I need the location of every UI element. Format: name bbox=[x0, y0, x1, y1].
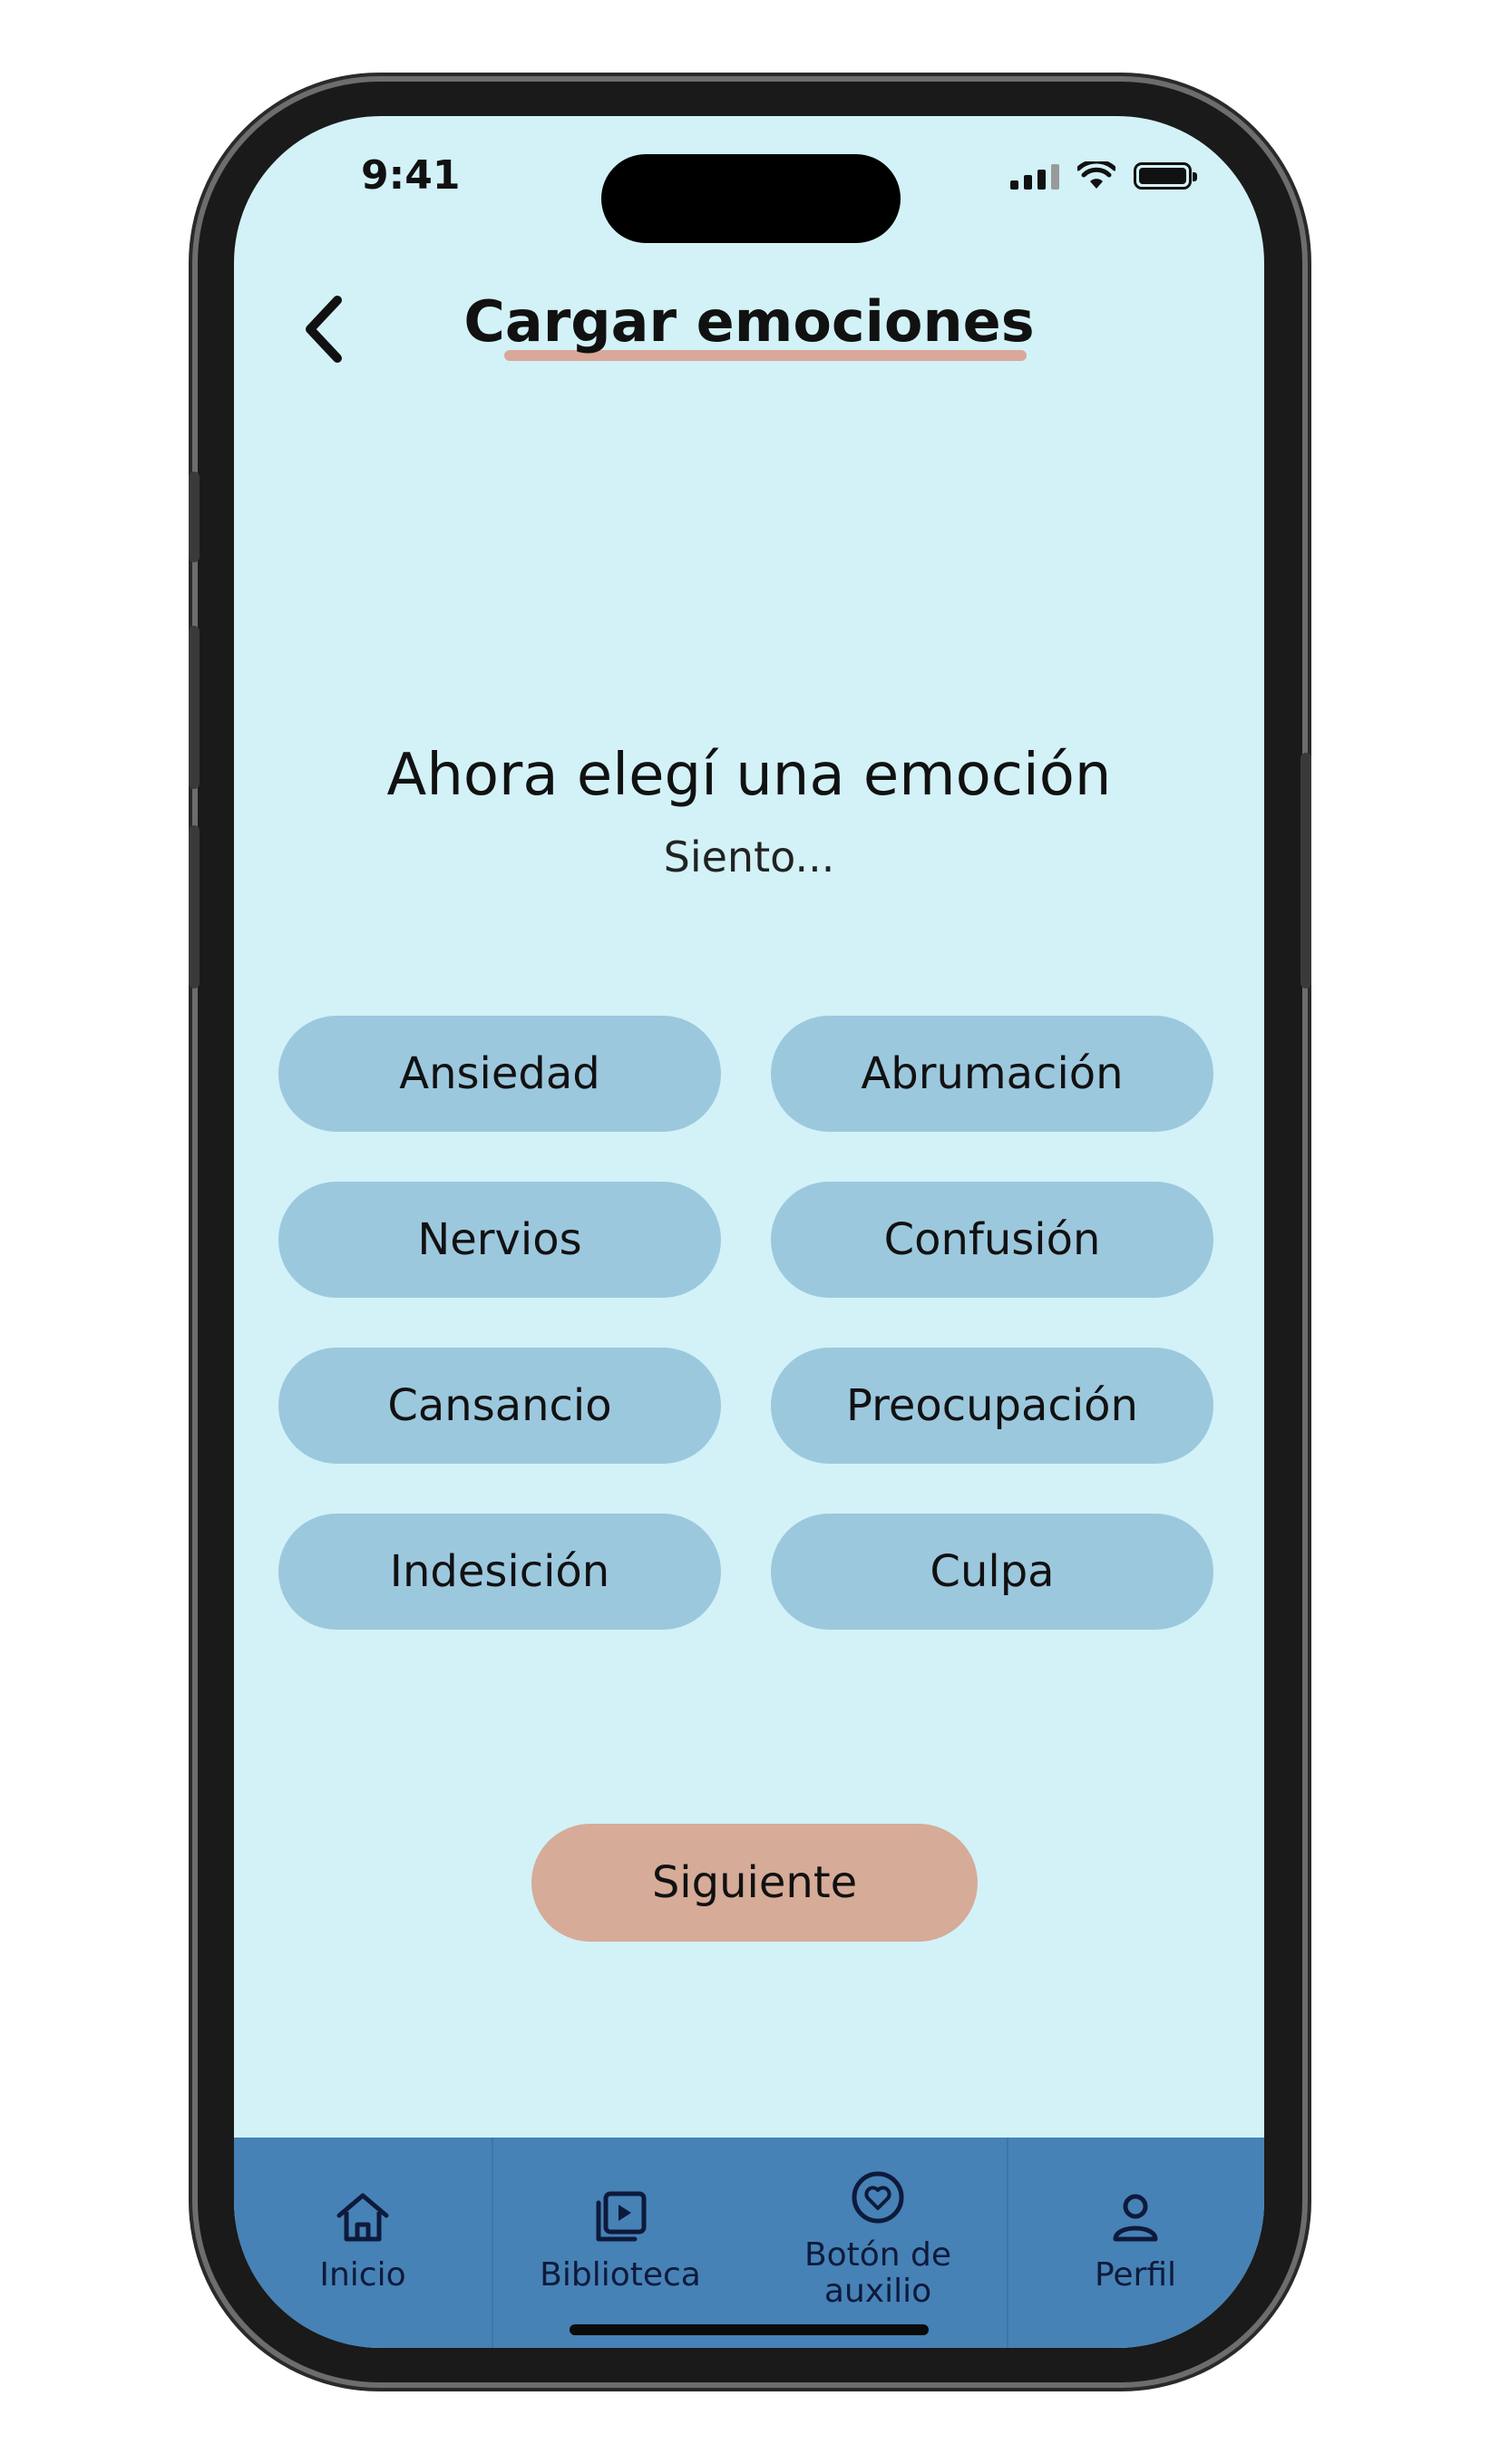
tab-biblioteca-label: Biblioteca bbox=[540, 2256, 701, 2294]
emotion-option-confusion[interactable]: Confusión bbox=[771, 1182, 1213, 1298]
emotion-option-nervios[interactable]: Nervios bbox=[278, 1182, 721, 1298]
tab-biblioteca[interactable]: Biblioteca bbox=[492, 2138, 749, 2348]
emotion-option-cansancio[interactable]: Cansancio bbox=[278, 1348, 721, 1464]
volume-up-button bbox=[189, 626, 200, 789]
tab-perfil[interactable]: Perfil bbox=[1007, 2138, 1264, 2348]
dynamic-island bbox=[601, 154, 901, 243]
prompt-subheading: Siento... bbox=[663, 833, 835, 881]
user-icon bbox=[1113, 2194, 1158, 2242]
cellular-signal-icon bbox=[1010, 162, 1059, 190]
emotion-option-culpa[interactable]: Culpa bbox=[771, 1514, 1213, 1630]
prompt-heading: Ahora elegí una emoción bbox=[386, 742, 1112, 809]
heart-circle-icon bbox=[852, 2171, 904, 2224]
page-title: Cargar emociones bbox=[463, 288, 1035, 355]
emotion-option-ansiedad[interactable]: Ansiedad bbox=[278, 1016, 721, 1132]
tab-inicio[interactable]: Inicio bbox=[234, 2138, 492, 2348]
battery-icon bbox=[1134, 162, 1197, 190]
tab-boton-de-auxilio[interactable]: Botón de auxilio bbox=[749, 2138, 1007, 2348]
bottom-tab-bar: Inicio Biblioteca Botón de auxilio Perfi… bbox=[234, 2138, 1264, 2348]
home-indicator[interactable] bbox=[570, 2324, 929, 2335]
app-screen: 9:41 Cargar emociones Ahora elegí una em… bbox=[234, 116, 1264, 2348]
next-button[interactable]: Siguiente bbox=[531, 1824, 978, 1942]
tab-inicio-label: Inicio bbox=[319, 2256, 406, 2294]
tab-boton-de-auxilio-label-line2: auxilio bbox=[823, 2273, 932, 2310]
emotion-option-preocupacion[interactable]: Preocupación bbox=[771, 1348, 1213, 1464]
emotion-option-indesicion[interactable]: Indesición bbox=[278, 1514, 721, 1630]
volume-down-button bbox=[189, 825, 200, 989]
status-icons bbox=[1010, 161, 1197, 190]
silent-switch bbox=[189, 472, 200, 562]
tab-perfil-label: Perfil bbox=[1094, 2256, 1177, 2294]
library-icon bbox=[596, 2191, 647, 2242]
home-icon bbox=[336, 2193, 389, 2242]
status-time: 9:41 bbox=[361, 152, 461, 199]
power-button bbox=[1300, 753, 1311, 989]
tab-boton-de-auxilio-label: Botón de auxilio bbox=[804, 2237, 951, 2310]
wifi-icon bbox=[1077, 161, 1115, 189]
emotion-option-abrumacion[interactable]: Abrumación bbox=[771, 1016, 1213, 1132]
tab-boton-de-auxilio-label-line1: Botón de bbox=[804, 2236, 952, 2274]
